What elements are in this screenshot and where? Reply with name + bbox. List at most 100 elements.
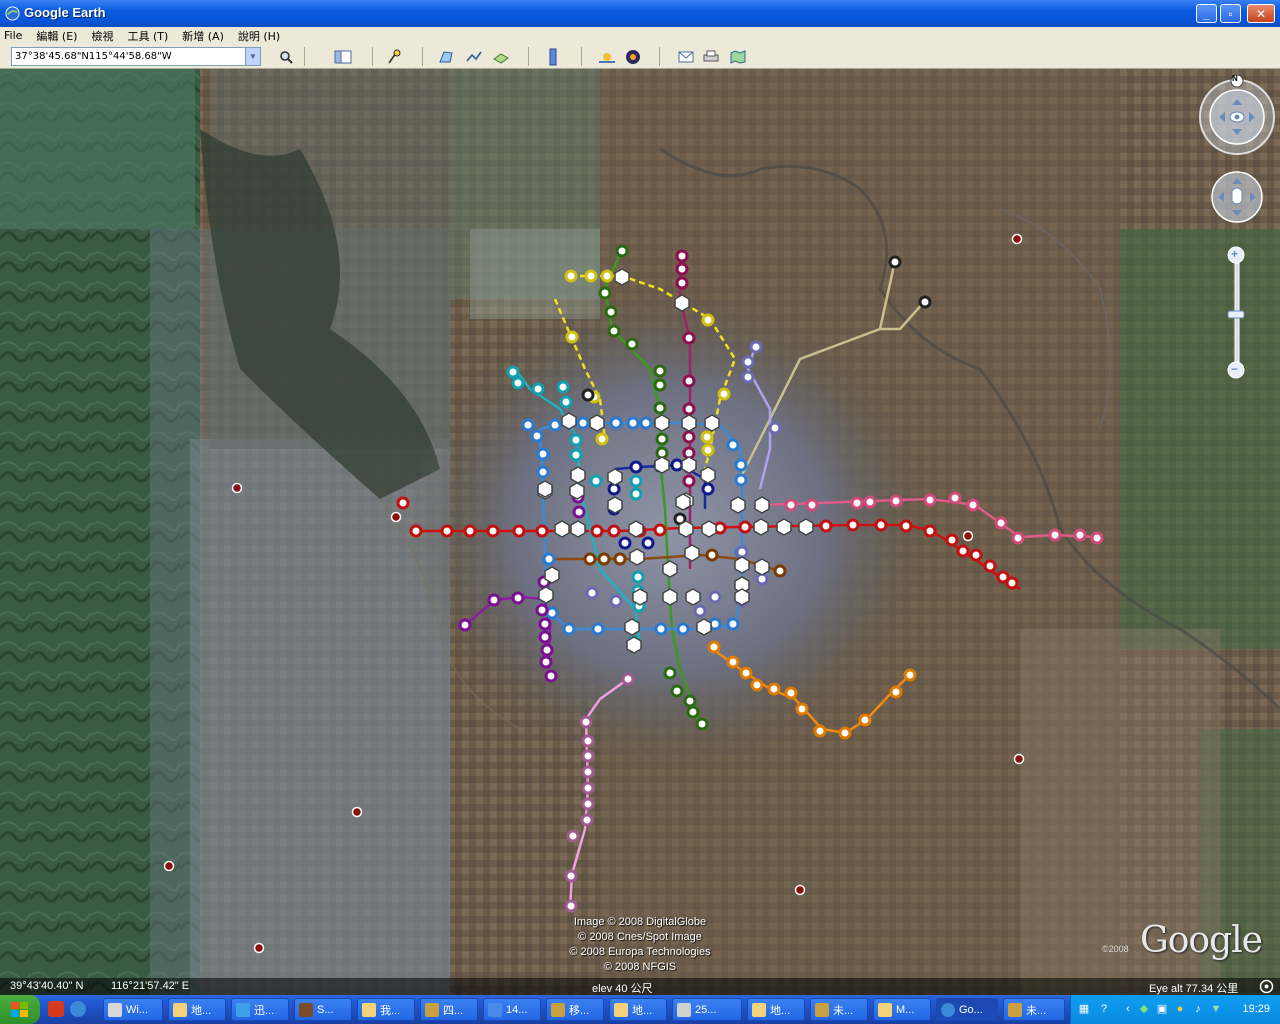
windows-logo-icon xyxy=(11,1001,28,1017)
print-icon[interactable] xyxy=(701,47,721,66)
taskbar-button[interactable]: M... xyxy=(873,998,931,1021)
navigation-controls[interactable] xyxy=(1196,75,1278,391)
minimize-button[interactable]: _ xyxy=(1196,4,1217,23)
toolbar: ▼ xyxy=(0,44,1280,69)
taskbar-button-google-earth[interactable]: Go... xyxy=(936,998,998,1021)
system-clock: 19:29 xyxy=(1242,1003,1270,1015)
taskbar-button[interactable]: 地... xyxy=(747,998,805,1021)
app-icon xyxy=(677,1002,691,1017)
folder-icon xyxy=(614,1002,628,1017)
logo-year: ©2008 xyxy=(1102,944,1129,954)
messenger-icon[interactable]: ● xyxy=(1173,1002,1187,1016)
quicklaunch-app-icon[interactable] xyxy=(48,1001,64,1017)
taskbar-button[interactable]: 我... xyxy=(357,998,415,1021)
app-icon xyxy=(1008,1002,1022,1017)
search-icon[interactable] xyxy=(276,47,296,66)
taskbar-button[interactable]: 14... xyxy=(483,998,541,1021)
north-label: N xyxy=(1232,74,1238,83)
search-input[interactable] xyxy=(11,47,261,66)
network-icon[interactable]: ▣ xyxy=(1155,1002,1169,1016)
download-icon xyxy=(236,1002,250,1017)
window-title: Google Earth xyxy=(24,5,106,20)
task-label: 地... xyxy=(770,1004,791,1017)
quicklaunch-browser-icon[interactable] xyxy=(70,1001,86,1017)
window-icon xyxy=(108,1002,122,1017)
streaming-icon xyxy=(1259,979,1274,994)
polygon-icon[interactable] xyxy=(437,47,457,66)
task-label: 地... xyxy=(632,1004,653,1017)
task-label: 25... xyxy=(695,1003,717,1016)
latitude-readout: 39°43'40.40" N xyxy=(10,980,84,992)
shield-icon[interactable]: ▼ xyxy=(1209,1002,1223,1016)
task-label: 我... xyxy=(380,1004,401,1017)
credit-line: © 2008 Cnes/Spot Image xyxy=(578,931,702,943)
task-label: 四... xyxy=(443,1004,464,1017)
keyboard-icon[interactable]: ▦ xyxy=(1077,1002,1091,1016)
taskbar-button[interactable]: 地... xyxy=(609,998,667,1021)
menu-file[interactable]: File xyxy=(4,29,22,42)
task-label: S... xyxy=(317,1003,334,1016)
menu-add[interactable]: 新增 (A) xyxy=(182,28,224,44)
help-icon[interactable]: ? xyxy=(1097,1002,1111,1016)
taskbar-button[interactable]: 移... xyxy=(546,998,604,1021)
taskbar-button[interactable]: S... xyxy=(294,998,352,1021)
google-earth-icon xyxy=(941,1002,955,1017)
maps-icon[interactable] xyxy=(728,47,748,66)
email-icon[interactable] xyxy=(676,47,696,66)
taskbar-button[interactable]: 四... xyxy=(420,998,478,1021)
chevron-left-icon[interactable]: ‹ xyxy=(1121,1002,1135,1016)
menu-help[interactable]: 說明 (H) xyxy=(238,28,280,44)
maximize-button[interactable]: ▫ xyxy=(1220,4,1241,23)
app-icon xyxy=(299,1002,313,1017)
security-icon[interactable]: ◆ xyxy=(1137,1002,1151,1016)
longitude-readout: 116°21'57.42" E xyxy=(111,980,190,992)
toolbar-separator xyxy=(659,47,660,66)
taskbar-button[interactable]: Wi... xyxy=(103,998,163,1021)
toolbar-separator xyxy=(581,47,582,66)
menu-bar: File 編輯 (E) 檢視 工具 (T) 新增 (A) 說明 (H) xyxy=(0,27,1280,44)
look-joystick[interactable] xyxy=(1199,79,1275,155)
menu-tools[interactable]: 工具 (T) xyxy=(127,28,168,44)
sky-icon[interactable] xyxy=(623,47,643,66)
start-button[interactable] xyxy=(0,995,40,1024)
title-bar: Google Earth _ ▫ ✕ xyxy=(0,0,1280,27)
taskbar-button[interactable]: 未... xyxy=(810,998,868,1021)
folder-icon xyxy=(878,1002,892,1017)
toolbar-separator xyxy=(304,47,305,66)
system-tray: ▦ ? ‹ ◆ ▣ ● ♪ ▼ 19:29 xyxy=(1070,995,1280,1024)
overlay-icon[interactable] xyxy=(491,47,511,66)
sunlight-icon[interactable] xyxy=(597,47,617,66)
placemark-icon[interactable] xyxy=(385,47,405,66)
taskbar-button[interactable]: 迅... xyxy=(231,998,289,1021)
path-icon[interactable] xyxy=(464,47,484,66)
task-label: M... xyxy=(896,1003,915,1016)
toolbar-separator xyxy=(528,47,529,66)
task-label: 移... xyxy=(569,1004,590,1017)
satellite-imagery xyxy=(0,69,1280,995)
taskbar-button[interactable]: 地... xyxy=(168,998,226,1021)
app-icon xyxy=(488,1002,502,1017)
zoom-slider[interactable] xyxy=(1227,246,1245,379)
toolbar-separator xyxy=(372,47,373,66)
sidebar-icon[interactable] xyxy=(333,47,353,66)
task-label: 地... xyxy=(191,1004,212,1017)
google-logo: Google xyxy=(1140,920,1263,961)
chevron-down-icon[interactable]: ▼ xyxy=(245,48,260,65)
ruler-icon[interactable] xyxy=(543,47,563,66)
credit-line: © 2008 NFGIS xyxy=(603,961,677,973)
zoom-in-button[interactable]: + xyxy=(1231,247,1238,261)
taskbar-button[interactable]: 未... xyxy=(1003,998,1065,1021)
elevation-readout: elev 40 公尺 xyxy=(592,983,653,995)
menu-view[interactable]: 檢視 xyxy=(91,28,113,44)
task-label: 迅... xyxy=(254,1004,275,1017)
menu-edit[interactable]: 編輯 (E) xyxy=(36,28,77,44)
volume-icon[interactable]: ♪ xyxy=(1191,1002,1205,1016)
credit-line: Image © 2008 DigitalGlobe xyxy=(573,916,707,928)
app-icon xyxy=(425,1002,439,1017)
map-view[interactable]: N + − Image © 2008 DigitalGlobe © 2008 C… xyxy=(0,69,1280,995)
close-button[interactable]: ✕ xyxy=(1247,4,1275,23)
move-joystick[interactable] xyxy=(1211,171,1263,223)
app-icon xyxy=(815,1002,829,1017)
taskbar-button[interactable]: 25... xyxy=(672,998,742,1021)
zoom-out-button[interactable]: − xyxy=(1231,362,1238,376)
